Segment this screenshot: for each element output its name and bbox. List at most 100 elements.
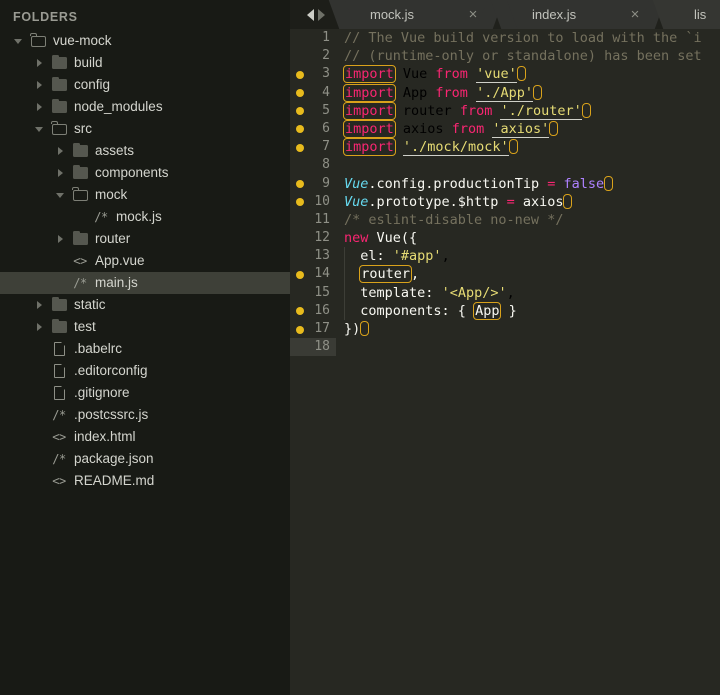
arrow-left-icon[interactable] (307, 8, 314, 21)
close-icon[interactable]: × (618, 7, 652, 22)
line-number-gutter[interactable]: 1 (290, 29, 336, 47)
close-icon[interactable]: × (456, 7, 490, 22)
line-number-gutter[interactable]: 17 (290, 320, 336, 338)
tree-item--editorconfig[interactable]: .editorconfig (0, 360, 290, 382)
code-text[interactable]: Vue.prototype.$http = axios (336, 193, 573, 211)
line-number-gutter[interactable]: 7 (290, 138, 336, 156)
code-line[interactable]: 12 new Vue({ (290, 229, 720, 247)
line-number-gutter[interactable]: 2 (290, 47, 336, 65)
tree-item-test[interactable]: test (0, 316, 290, 338)
lint-gutter-dot[interactable] (296, 198, 304, 207)
code-text[interactable]: import axios from 'axios' (336, 119, 559, 138)
lint-gutter-dot[interactable] (296, 143, 304, 152)
arrow-right-icon[interactable] (318, 8, 325, 21)
code-text[interactable]: router, (336, 265, 419, 284)
lint-gutter-dot[interactable] (296, 270, 304, 279)
lint-gutter-dot[interactable] (296, 307, 304, 316)
code-text[interactable]: import App from './App' (336, 83, 542, 102)
chevron-right-icon[interactable] (31, 81, 47, 89)
code-line[interactable]: 8 (290, 156, 720, 174)
tree-item-vue-mock[interactable]: vue-mock (0, 30, 290, 52)
code-text[interactable]: }) (336, 320, 370, 338)
line-number-gutter[interactable]: 18 (290, 338, 336, 357)
lint-gutter-dot[interactable] (296, 180, 304, 188)
code-line[interactable]: 18 (290, 338, 720, 357)
tree-item--postcssrc-js[interactable]: /* .postcssrc.js (0, 404, 290, 426)
code-line[interactable]: 3 import Vue from 'vue' (290, 65, 720, 84)
code-viewport[interactable]: 1 // The Vue build version to load with t… (290, 29, 720, 695)
tree-item-readme-md[interactable]: <> README.md (0, 470, 290, 492)
line-number-gutter[interactable]: 11 (290, 211, 336, 229)
code-line[interactable]: 6 import axios from 'axios' (290, 119, 720, 138)
chevron-right-icon[interactable] (31, 59, 47, 67)
code-text[interactable]: import Vue from 'vue' (336, 65, 526, 84)
chevron-right-icon[interactable] (31, 323, 47, 331)
code-line[interactable]: 11 /* eslint-disable no-new */ (290, 211, 720, 229)
chevron-down-icon[interactable] (10, 38, 26, 44)
lint-gutter-dot[interactable] (296, 325, 304, 334)
code-text[interactable] (336, 156, 344, 174)
tree-item-app-vue[interactable]: <> App.vue (0, 250, 290, 272)
lint-gutter-dot[interactable] (296, 107, 304, 116)
code-line[interactable]: 4 import App from './App' (290, 83, 720, 102)
line-number-gutter[interactable]: 5 (290, 102, 336, 120)
code-line[interactable]: 17}) (290, 320, 720, 338)
code-line[interactable]: 1 // The Vue build version to load with t… (290, 29, 720, 47)
code-text[interactable]: import './mock/mock' (336, 138, 518, 157)
code-line[interactable]: 15 template: '<App/>', (290, 283, 720, 302)
chevron-right-icon[interactable] (52, 235, 68, 243)
chevron-right-icon[interactable] (52, 147, 68, 155)
code-text[interactable]: Vue.config.productionTip = false (336, 175, 614, 193)
line-number-gutter[interactable]: 16 (290, 302, 336, 320)
chevron-right-icon[interactable] (31, 301, 47, 309)
line-number-gutter[interactable]: 8 (290, 156, 336, 174)
line-number-gutter[interactable]: 14 (290, 265, 336, 283)
code-line[interactable]: 10 Vue.prototype.$http = axios (290, 193, 720, 211)
code-text[interactable] (336, 338, 344, 356)
line-number-gutter[interactable]: 13 (290, 247, 336, 265)
line-number-gutter[interactable]: 9 (290, 175, 336, 193)
tree-item-src[interactable]: src (0, 118, 290, 140)
code-text[interactable]: el: '#app', (336, 247, 450, 266)
tree-item--babelrc[interactable]: .babelrc (0, 338, 290, 360)
code-text[interactable]: new Vue({ (336, 229, 417, 247)
line-number-gutter[interactable]: 6 (290, 120, 336, 138)
code-text[interactable]: template: '<App/>', (336, 283, 515, 302)
line-number-gutter[interactable]: 4 (290, 84, 336, 102)
lint-gutter-dot[interactable] (296, 125, 304, 134)
tree-item-router[interactable]: router (0, 228, 290, 250)
line-number-gutter[interactable]: 3 (290, 65, 336, 83)
code-line[interactable]: 2 // (runtime-only or standalone) has bee… (290, 47, 720, 65)
code-line[interactable]: 14 router, (290, 265, 720, 284)
chevron-right-icon[interactable] (52, 169, 68, 177)
code-text[interactable]: import router from './router' (336, 101, 591, 120)
lint-gutter-dot[interactable] (296, 89, 304, 98)
code-line[interactable]: 16 components: { App } (290, 301, 720, 320)
code-text[interactable]: /* eslint-disable no-new */ (336, 211, 563, 229)
tree-item--gitignore[interactable]: .gitignore (0, 382, 290, 404)
tree-item-assets[interactable]: assets (0, 140, 290, 162)
line-number-gutter[interactable]: 12 (290, 229, 336, 247)
tab-list[interactable]: mock.js × index.js × lis (342, 0, 720, 29)
tree-item-mock[interactable]: mock (0, 184, 290, 206)
line-number-gutter[interactable]: 15 (290, 284, 336, 302)
code-line[interactable]: 7 import './mock/mock' (290, 138, 720, 157)
code-text[interactable]: // The Vue build version to load with th… (336, 29, 702, 47)
code-text[interactable]: // (runtime-only or standalone) has been… (336, 47, 702, 65)
tab-mock-js[interactable]: mock.js × (342, 0, 490, 29)
tree-item-index-html[interactable]: <> index.html (0, 426, 290, 448)
tree-item-components[interactable]: components (0, 162, 290, 184)
tree-item-static[interactable]: static (0, 294, 290, 316)
file-tree[interactable]: vue-mock build config node_modules src assets… (0, 30, 290, 492)
chevron-down-icon[interactable] (31, 126, 47, 132)
code-line[interactable]: 5 import router from './router' (290, 101, 720, 120)
chevron-down-icon[interactable] (52, 192, 68, 198)
line-number-gutter[interactable]: 10 (290, 193, 336, 211)
code-line[interactable]: 13 el: '#app', (290, 247, 720, 266)
tree-item-main-js[interactable]: /* main.js (0, 272, 290, 294)
code-text[interactable]: components: { App } (336, 301, 517, 320)
tree-item-node-modules[interactable]: node_modules (0, 96, 290, 118)
tree-item-mock-js[interactable]: /* mock.js (0, 206, 290, 228)
tab-lis[interactable]: lis (666, 0, 720, 29)
tree-item-build[interactable]: build (0, 52, 290, 74)
